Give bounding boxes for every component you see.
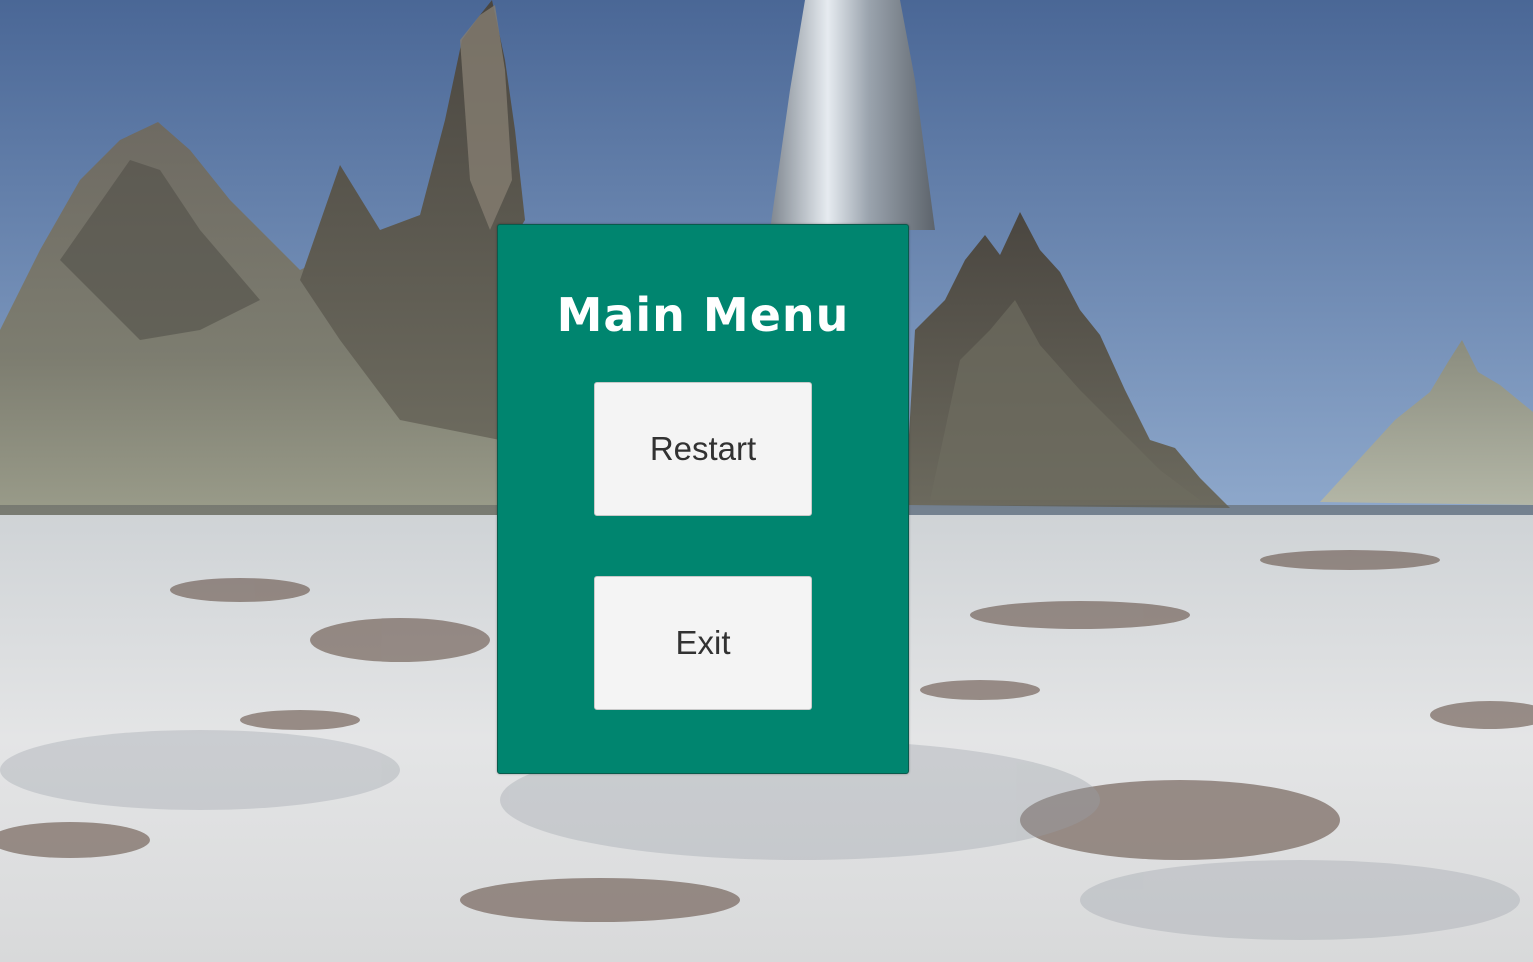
main-menu-panel: Main Menu Restart Exit	[497, 224, 909, 774]
menu-title: Main Menu	[556, 288, 850, 342]
game-viewport: Main Menu Restart Exit	[0, 0, 1533, 962]
exit-button[interactable]: Exit	[594, 576, 812, 710]
restart-button[interactable]: Restart	[594, 382, 812, 516]
